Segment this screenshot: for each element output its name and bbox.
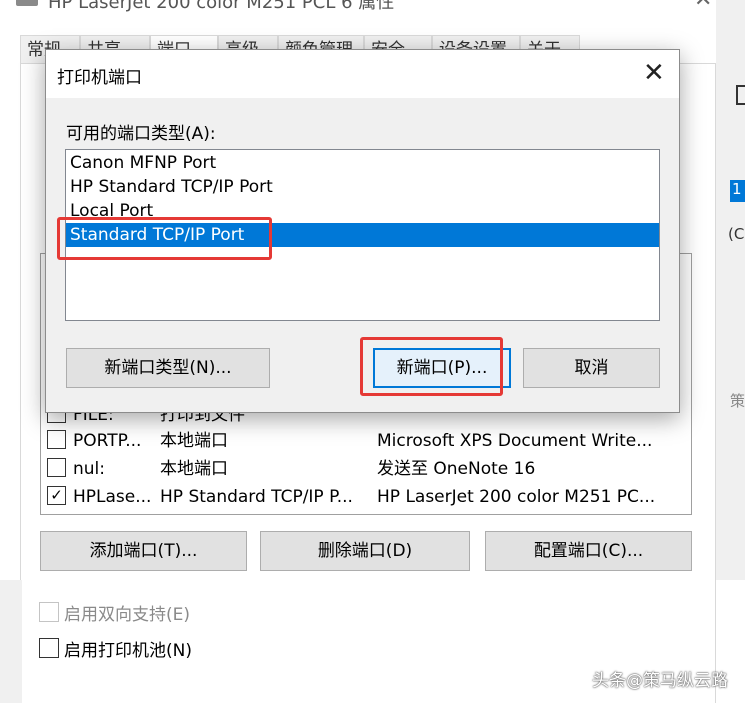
port-printer: HP LaserJet 200 color M251 PC... [377, 487, 656, 507]
configure-port-button[interactable]: 配置端口(C)... [485, 531, 692, 571]
edge-fragment-2: (C) [728, 225, 745, 243]
dialog-title: 打印机端口 [57, 68, 142, 88]
port-description: 本地端口 [160, 431, 228, 451]
partial-icon [736, 85, 745, 105]
port-type-item[interactable]: Canon MFNP Port [66, 151, 659, 175]
watermark: 头条@策马纵云路 [592, 671, 728, 691]
port-name: PORTP... [73, 431, 142, 451]
port-row[interactable]: nul: 本地端口 发送至 OneNote 16 [41, 455, 661, 483]
printer-pooling-checkbox[interactable] [39, 638, 59, 658]
delete-port-button[interactable]: 删除端口(D) [260, 531, 470, 571]
port-checkbox[interactable] [47, 430, 66, 449]
highlight-box-new-port [360, 337, 503, 396]
cancel-button[interactable]: 取消 [523, 348, 660, 388]
add-port-button[interactable]: 添加端口(T)... [40, 531, 247, 571]
printer-icon [16, 0, 38, 6]
background-left-edge [0, 580, 22, 703]
printer-pooling-label: 启用打印机池(N) [64, 641, 192, 661]
port-checkbox-checked[interactable]: ✓ [47, 486, 66, 505]
port-description: 本地端口 [160, 459, 228, 479]
new-port-type-button[interactable]: 新端口类型(N)... [66, 348, 270, 388]
window-title: HP LaserJet 200 color M251 PCL 6 属性 [48, 0, 395, 13]
background-window-edge: 1 (C) 策 [716, 0, 745, 580]
window-close-icon[interactable]: ✕ [694, 0, 712, 12]
port-name: HPLase... [73, 487, 152, 507]
port-row[interactable]: PORTP... 本地端口 Microsoft XPS Document Wri… [41, 427, 661, 455]
port-row[interactable]: ✓ HPLase... HP Standard TCP/IP P... HP L… [41, 483, 661, 511]
bidirectional-label: 启用双向支持(E) [64, 605, 191, 625]
edge-fragment-1: 1 [730, 180, 745, 202]
port-printer: Microsoft XPS Document Write... [377, 431, 653, 451]
port-printer: 发送至 OneNote 16 [377, 459, 536, 479]
port-checkbox[interactable] [47, 458, 66, 477]
port-type-item[interactable]: HP Standard TCP/IP Port [66, 175, 659, 199]
port-name: nul: [73, 459, 105, 479]
edge-fragment-3: 策 [730, 392, 745, 410]
port-description: HP Standard TCP/IP P... [160, 487, 353, 507]
dialog-close-icon[interactable]: ✕ [643, 58, 665, 88]
highlight-box-standard-tcpip [57, 217, 272, 260]
available-port-types-label: 可用的端口类型(A): [66, 124, 216, 144]
bidirectional-checkbox [39, 602, 59, 622]
